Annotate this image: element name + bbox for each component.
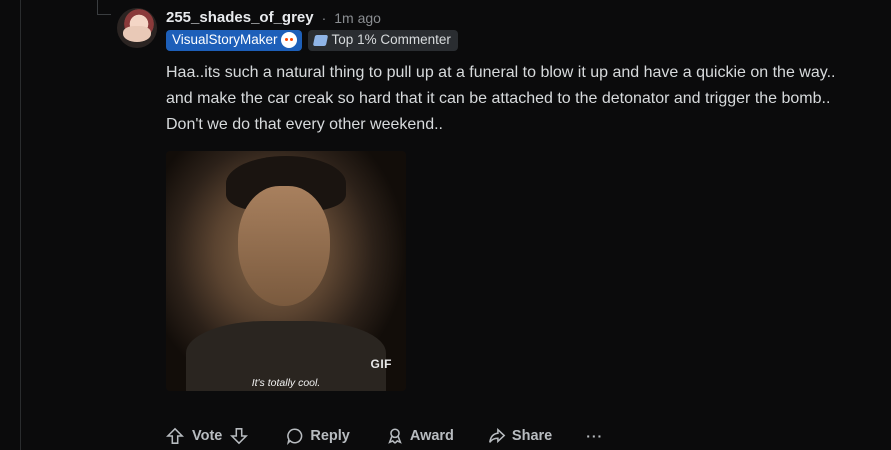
reply-label: Reply [310, 428, 350, 444]
vote-label: Vote [192, 428, 223, 444]
snoo-icon [280, 32, 297, 48]
award-button[interactable]: Award [386, 427, 454, 445]
award-icon [388, 428, 402, 444]
gif-caption: It's totally cool. [251, 377, 321, 389]
share-icon [488, 427, 506, 444]
avatar[interactable] [117, 8, 157, 48]
thread-connector-vertical [97, 0, 98, 14]
user-flairs: VisualStoryMaker Top 1% Commenter [166, 30, 458, 51]
top-commenter-icon [312, 34, 328, 46]
downvote-icon[interactable] [230, 427, 249, 445]
meta-separator: · [321, 9, 327, 26]
username-link[interactable]: 255_shades_of_grey [166, 9, 314, 26]
thread-line-parent [20, 0, 21, 450]
user-flair-label: VisualStoryMaker [172, 32, 278, 47]
timestamp[interactable]: 1m ago [334, 10, 381, 26]
share-button[interactable]: Share [488, 427, 552, 445]
reply-button[interactable]: Reply [286, 427, 350, 445]
vote-group: Vote [166, 427, 249, 445]
gif-embed[interactable]: GIF It's totally cool. [166, 151, 406, 391]
award-label: Award [409, 428, 454, 444]
gif-badge: GIF [370, 357, 392, 371]
top-commenter-badge: Top 1% Commenter [307, 30, 458, 51]
comment-actions: Vote Reply Award Share ··· [166, 426, 603, 446]
top-commenter-label: Top 1% Commenter [331, 32, 451, 47]
thread-connector-horizontal [97, 14, 111, 15]
upvote-icon[interactable] [166, 427, 184, 445]
reply-bubble-icon [287, 428, 303, 445]
more-options-button[interactable]: ··· [586, 428, 603, 444]
comment-body: Haa..its such a natural thing to pull up… [166, 64, 836, 133]
user-flair-badge: VisualStoryMaker [166, 30, 302, 51]
gif-figure-face [238, 186, 330, 306]
comment-meta: 255_shades_of_grey · 1m ago [166, 9, 381, 26]
share-label: Share [511, 428, 553, 444]
